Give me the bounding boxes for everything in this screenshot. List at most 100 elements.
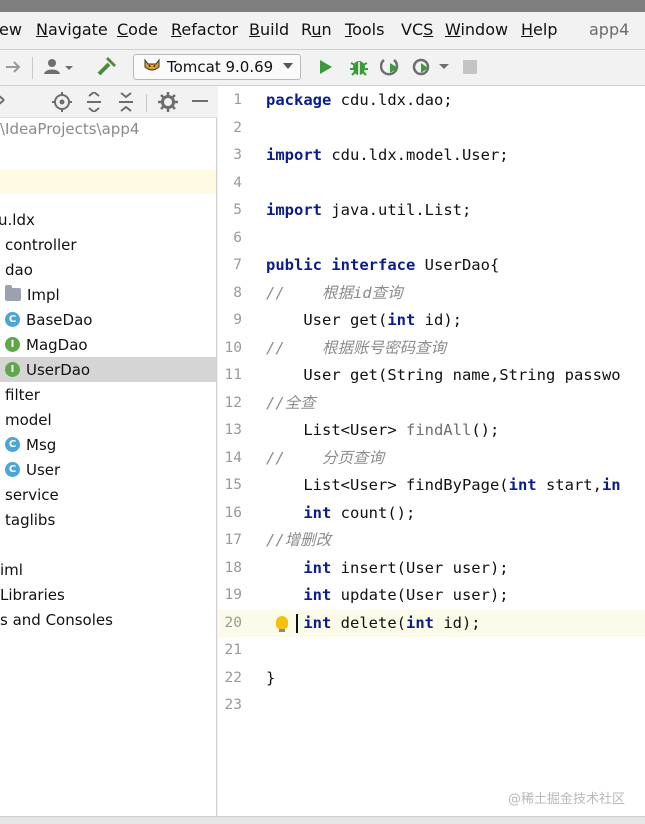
code-line[interactable]: 14 // 分页查询 [218, 445, 645, 473]
tree-item-label: service [5, 485, 59, 504]
code-text: List<User> findAll(); [266, 417, 499, 445]
user-dropdown-icon[interactable] [42, 56, 78, 78]
gear-icon[interactable] [158, 92, 178, 117]
code-token: // 分页查询 [266, 448, 384, 467]
menu-help[interactable]: Help [521, 20, 557, 39]
menu-bar: ew Navigate Code Refactor Build Run Tool… [0, 12, 645, 50]
profile-dropdown-icon[interactable] [437, 56, 451, 78]
project-tree-item[interactable]: Libraries [0, 582, 216, 607]
expand-all-icon[interactable] [85, 90, 103, 117]
line-number: 22 [224, 669, 242, 686]
code-text: User get(String name,String passwo [266, 362, 620, 390]
project-tree-item[interactable]: u.ldx [0, 207, 216, 232]
menu-refactor[interactable]: Refactor [171, 20, 238, 39]
code-line[interactable]: 2 [218, 115, 645, 143]
code-line[interactable]: 8 // 根据id查询 [218, 280, 645, 308]
project-tree-item[interactable]: C Msg [0, 432, 216, 457]
code-token: User get( [266, 311, 388, 329]
run-configuration-label: Tomcat 9.0.69 [167, 58, 274, 76]
code-line[interactable]: 15 List<User> findByPage(int start,in [218, 472, 645, 500]
menu-navigate[interactable]: Navigate [36, 20, 108, 39]
code-line[interactable]: 21 [218, 637, 645, 665]
code-text: package cdu.ldx.dao; [266, 87, 453, 115]
class-icon: C [5, 437, 20, 452]
project-tree-item[interactable]: Impl [0, 282, 216, 307]
code-line[interactable]: 12 //全查 [218, 390, 645, 418]
project-header [0, 86, 217, 118]
project-tree-item[interactable]: iml [0, 557, 216, 582]
tree-item-label: taglibs [5, 510, 56, 529]
tree-item-label: dao [5, 260, 33, 279]
project-tree-item[interactable]: controller [0, 232, 216, 257]
project-tree-item[interactable] [0, 532, 216, 557]
profile-icon[interactable] [410, 56, 434, 78]
code-token: int [303, 558, 332, 577]
code-line[interactable]: 10 // 根据账号密码查询 [218, 335, 645, 363]
code-line[interactable]: 9 User get(int id); [218, 307, 645, 335]
current-code-line[interactable]: 20 int delete(int id); [218, 609, 645, 637]
code-line[interactable]: 23 [218, 692, 645, 720]
code-editor[interactable]: 1 package cdu.ldx.dao; 2 3 import cdu.ldx.mo… [218, 86, 645, 816]
collapse-all-icon[interactable] [117, 92, 135, 117]
project-tree-item[interactable]: C User [0, 457, 216, 482]
hammer-icon[interactable] [94, 56, 120, 78]
run-configuration-select[interactable]: Tomcat 9.0.69 [133, 54, 301, 80]
project-tree-item[interactable]: C BaseDao [0, 307, 216, 332]
menu-code[interactable]: Code [117, 20, 158, 39]
code-line[interactable]: 7 public interface UserDao{ [218, 252, 645, 280]
minimize-icon[interactable] [192, 100, 208, 102]
code-line[interactable]: 13 List<User> findAll(); [218, 417, 645, 445]
project-tree-item[interactable]: I MagDao [0, 332, 216, 357]
code-text: import java.util.List; [266, 197, 471, 225]
code-line[interactable]: 16 int count(); [218, 500, 645, 528]
line-number: 20 [224, 614, 242, 631]
project-tree-item[interactable]: I UserDao [0, 357, 216, 382]
menu-window[interactable]: Window [445, 20, 508, 39]
code-line[interactable]: 17 //增删改 [218, 527, 645, 555]
code-text: List<User> findByPage(int start,in [266, 472, 620, 500]
locate-icon[interactable] [52, 92, 72, 117]
project-tree-item[interactable]: service [0, 482, 216, 507]
project-tree-item[interactable]: model [0, 407, 216, 432]
debug-icon[interactable] [348, 56, 370, 78]
menu-build[interactable]: Build [249, 20, 289, 39]
project-tree-item[interactable]: s and Consoles [0, 607, 216, 632]
line-number: 18 [224, 559, 242, 576]
project-tree-item[interactable]: dao [0, 257, 216, 282]
code-line[interactable]: 3 import cdu.ldx.model.User; [218, 142, 645, 170]
interface-icon: I [5, 337, 20, 352]
collapse-arrow-icon[interactable] [0, 92, 6, 112]
code-line[interactable]: 22} [218, 665, 645, 693]
code-line[interactable]: 6 [218, 225, 645, 253]
line-number: 6 [233, 229, 242, 246]
code-line[interactable]: 5 import java.util.List; [218, 197, 645, 225]
code-token: public interface [266, 256, 416, 274]
code-token: cdu.ldx.dao; [331, 91, 453, 109]
code-token: package [266, 91, 332, 109]
code-token: findAll [405, 421, 472, 439]
forward-arrow-icon[interactable] [4, 56, 24, 78]
lightbulb-icon[interactable] [276, 615, 288, 632]
code-token: int [303, 503, 332, 522]
code-line[interactable]: 4 [218, 170, 645, 198]
menu-vcs[interactable]: VCS [401, 20, 433, 39]
line-number: 12 [224, 394, 242, 411]
menu-tools[interactable]: Tools [345, 20, 384, 39]
code-line[interactable]: 1 package cdu.ldx.dao; [218, 87, 645, 115]
menu-run[interactable]: Run [301, 20, 332, 39]
code-line[interactable]: 19 int update(User user); [218, 582, 645, 610]
run-icon[interactable] [316, 56, 336, 78]
coverage-icon[interactable] [379, 56, 403, 78]
code-text: // 分页查询 [266, 445, 384, 473]
menu-view[interactable]: ew [0, 20, 22, 39]
code-line[interactable]: 11 User get(String name,String passwo [218, 362, 645, 390]
project-tree-item[interactable]: taglibs [0, 507, 216, 532]
line-number: 3 [233, 147, 242, 163]
stop-icon[interactable] [460, 56, 480, 78]
code-token: List<User> [266, 421, 406, 439]
code-line[interactable]: 18 int insert(User user); [218, 555, 645, 583]
code-token: UserDao{ [415, 256, 500, 274]
tree-item-label: MagDao [26, 335, 88, 354]
project-tree-item[interactable]: filter [0, 382, 216, 407]
code-token: //增删改 [266, 531, 332, 549]
